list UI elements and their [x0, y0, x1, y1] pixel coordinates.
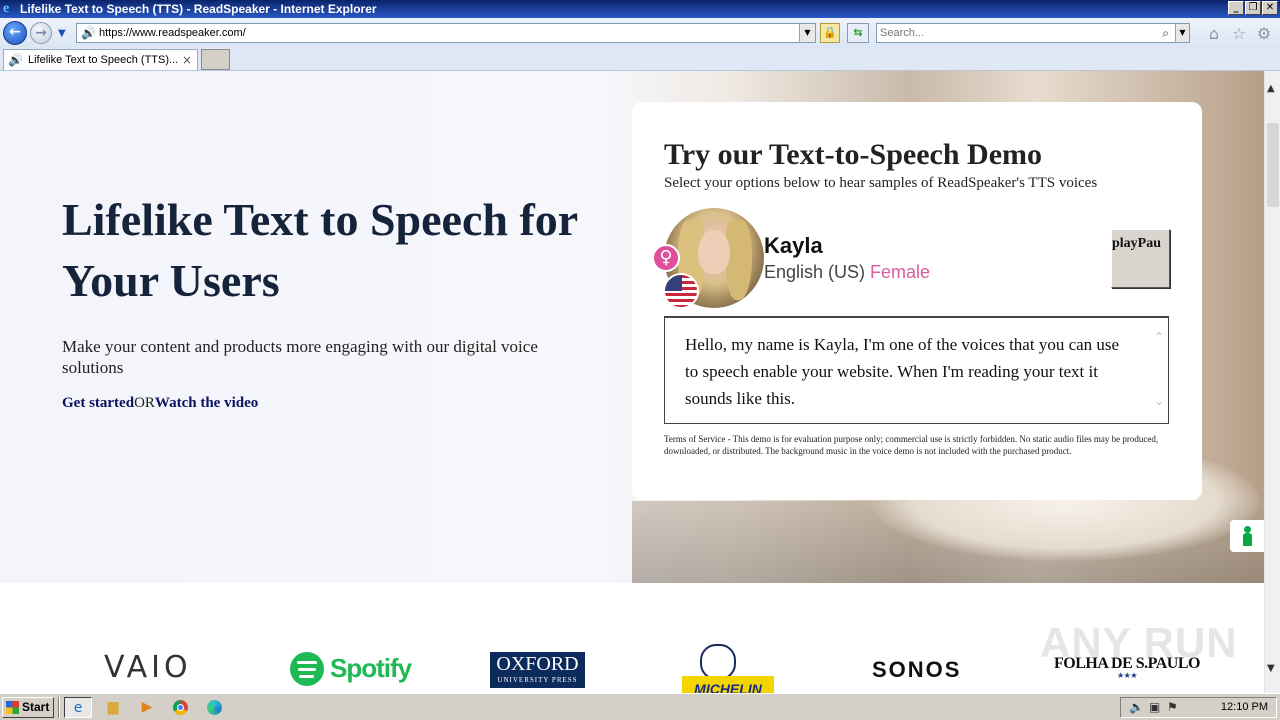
feedback-widget-button[interactable]	[1230, 520, 1264, 552]
tab-readspeaker[interactable]: 🔊 Lifelike Text to Speech (TTS)... ×	[3, 49, 198, 70]
scroll-down-arrow-icon[interactable]: ▼	[1267, 663, 1275, 674]
windows-taskbar: Start e ▆ ▶ 🔈 ▣ ⚑ 12:10 PM	[0, 693, 1280, 720]
michelin-man-icon	[700, 644, 736, 680]
taskbar-internet-explorer-icon[interactable]: e	[64, 697, 92, 718]
new-tab-button[interactable]	[201, 49, 230, 70]
demo-text[interactable]: Hello, my name is Kayla, I'm one of the …	[685, 331, 1125, 412]
michelin-wordmark: MICHELIN	[694, 681, 762, 693]
page-viewport: Lifelike Text to Speech for Your Users M…	[0, 71, 1264, 693]
start-label: Start	[22, 700, 50, 714]
refresh-icon[interactable]: ⇆	[847, 23, 869, 43]
tab-bar: 🔊 Lifelike Text to Speech (TTS)... ×	[0, 48, 1280, 71]
system-tray: 🔈 ▣ ⚑ 12:10 PM	[1120, 697, 1277, 718]
page-scrollbar[interactable]: ▲ ▼	[1264, 71, 1280, 693]
spotify-wave-top	[297, 661, 317, 664]
address-dropdown-icon[interactable]: ▼	[799, 24, 815, 42]
get-started-link[interactable]: Get started	[62, 395, 134, 411]
taskbar-edge-icon[interactable]	[201, 697, 229, 718]
search-box[interactable]: ⌕ ▼	[876, 23, 1190, 43]
start-button[interactable]: Start	[2, 697, 54, 718]
oxford-wordmark: OXFORD	[496, 653, 579, 675]
feedback-person-body	[1243, 533, 1252, 546]
feedback-person-head	[1244, 526, 1251, 533]
tts-demo-card: Try our Text-to-Speech Demo Select your …	[632, 102, 1202, 500]
anyrun-watermark: ANY RUN	[1040, 619, 1238, 666]
demo-subtitle: Select your options below to hear sample…	[664, 175, 1098, 191]
voice-language: English (US)	[764, 262, 866, 282]
voice-language-line: English (US) Female	[764, 262, 930, 283]
windows-logo-icon	[6, 701, 19, 714]
play-pause-label: playPau	[1112, 236, 1162, 251]
close-window-button[interactable]: ✕	[1262, 1, 1278, 15]
oxford-university-press-logo: OXFORD UNIVERSITY PRESS	[490, 652, 585, 688]
taskbar-folder-icon[interactable]: ▆	[99, 697, 127, 718]
chrome-logo-center	[177, 704, 184, 711]
window-title-bar: e Lifelike Text to Speech (TTS) - ReadSp…	[0, 0, 1280, 18]
text-scroll-down-icon[interactable]: ⌄	[1154, 394, 1164, 408]
address-bar[interactable]: 🔊 https://www.readspeaker.com/ ▼	[76, 23, 816, 43]
network-icon[interactable]: ▣	[1149, 700, 1160, 715]
play-pause-button[interactable]: playPau	[1111, 229, 1170, 288]
avatar-face	[698, 230, 730, 274]
spotify-wordmark: Spotify	[330, 653, 412, 683]
chrome-logo	[173, 700, 188, 715]
settings-gear-icon[interactable]: ⚙	[1254, 24, 1274, 44]
feedback-person-icon	[1241, 526, 1253, 546]
taskbar-media-player-icon[interactable]: ▶	[133, 697, 161, 718]
taskbar-separator	[58, 697, 60, 718]
favorites-star-icon[interactable]: ☆	[1229, 24, 1249, 44]
forward-arrow-icon: →	[35, 25, 47, 41]
taskbar-chrome-icon[interactable]	[167, 697, 195, 718]
folha-stars: ★★★	[1116, 671, 1138, 680]
voice-gender: Female	[870, 262, 931, 282]
oxford-subline: UNIVERSITY PRESS	[497, 676, 578, 684]
watch-video-link[interactable]: Watch the video	[155, 395, 258, 411]
browser-navigation-bar: ← → ▼ 🔊 https://www.readspeaker.com/ ▼ 🔒…	[0, 18, 1280, 48]
minimize-button[interactable]: _	[1228, 1, 1244, 15]
address-url[interactable]: https://www.readspeaker.com/	[99, 27, 246, 39]
vaio-logo: VAIO	[104, 650, 192, 685]
hero-section: Lifelike Text to Speech for Your Users M…	[0, 71, 1264, 583]
window-title: Lifelike Text to Speech (TTS) - ReadSpea…	[20, 2, 377, 16]
action-center-flag-icon[interactable]: ⚑	[1167, 700, 1178, 715]
sonos-logo: SONOS	[872, 657, 962, 682]
flag-canton	[665, 275, 682, 291]
female-symbol-icon[interactable]: ♀	[652, 244, 680, 272]
scrollbar-thumb[interactable]	[1267, 123, 1279, 207]
back-button[interactable]: ←	[3, 21, 27, 45]
edge-logo	[207, 700, 222, 715]
volume-icon[interactable]: 🔈	[1129, 700, 1144, 715]
spotify-wave-middle	[298, 668, 316, 671]
scroll-up-arrow-icon[interactable]: ▲	[1267, 83, 1275, 94]
restore-button[interactable]: ❐	[1245, 1, 1261, 15]
cta-separator: OR	[134, 395, 155, 411]
us-flag-icon[interactable]	[663, 273, 699, 309]
speaker-icon: 🔊	[81, 26, 96, 40]
spotify-wave-bottom	[299, 675, 314, 678]
demo-title: Try our Text-to-Speech Demo	[664, 138, 1043, 171]
avatar-hair-right	[726, 220, 752, 300]
back-arrow-icon: ←	[9, 24, 21, 40]
recent-pages-dropdown-icon[interactable]: ▼	[58, 28, 66, 39]
michelin-logo: MICHELIN	[680, 644, 776, 693]
text-scroll-up-icon[interactable]: ⌃	[1154, 330, 1164, 344]
demo-text-area[interactable]: Hello, my name is Kayla, I'm one of the …	[664, 316, 1169, 424]
tab-label[interactable]: Lifelike Text to Speech (TTS)...	[28, 54, 178, 66]
lock-icon[interactable]: 🔒	[820, 23, 840, 43]
terms-of-service: Terms of Service - This demo is for eval…	[664, 434, 1159, 456]
tab-close-icon[interactable]: ×	[182, 52, 192, 68]
hero-cta: Get startedORWatch the video	[62, 395, 258, 412]
voice-name: Kayla	[764, 233, 823, 258]
search-icon[interactable]: ⌕	[1162, 25, 1169, 41]
spotify-disc-icon	[290, 652, 324, 686]
search-dropdown-icon[interactable]: ▼	[1175, 24, 1189, 42]
internet-explorer-icon: e	[3, 1, 10, 16]
taskbar-clock[interactable]: 12:10 PM	[1221, 701, 1268, 713]
hero-title: Lifelike Text to Speech for Your Users	[62, 194, 578, 306]
tab-speaker-icon: 🔊	[8, 53, 23, 67]
hero-subtitle: Make your content and products more enga…	[62, 337, 538, 377]
search-input[interactable]	[880, 26, 1150, 40]
home-icon[interactable]: ⌂	[1204, 24, 1224, 44]
forward-button[interactable]: →	[30, 22, 52, 44]
